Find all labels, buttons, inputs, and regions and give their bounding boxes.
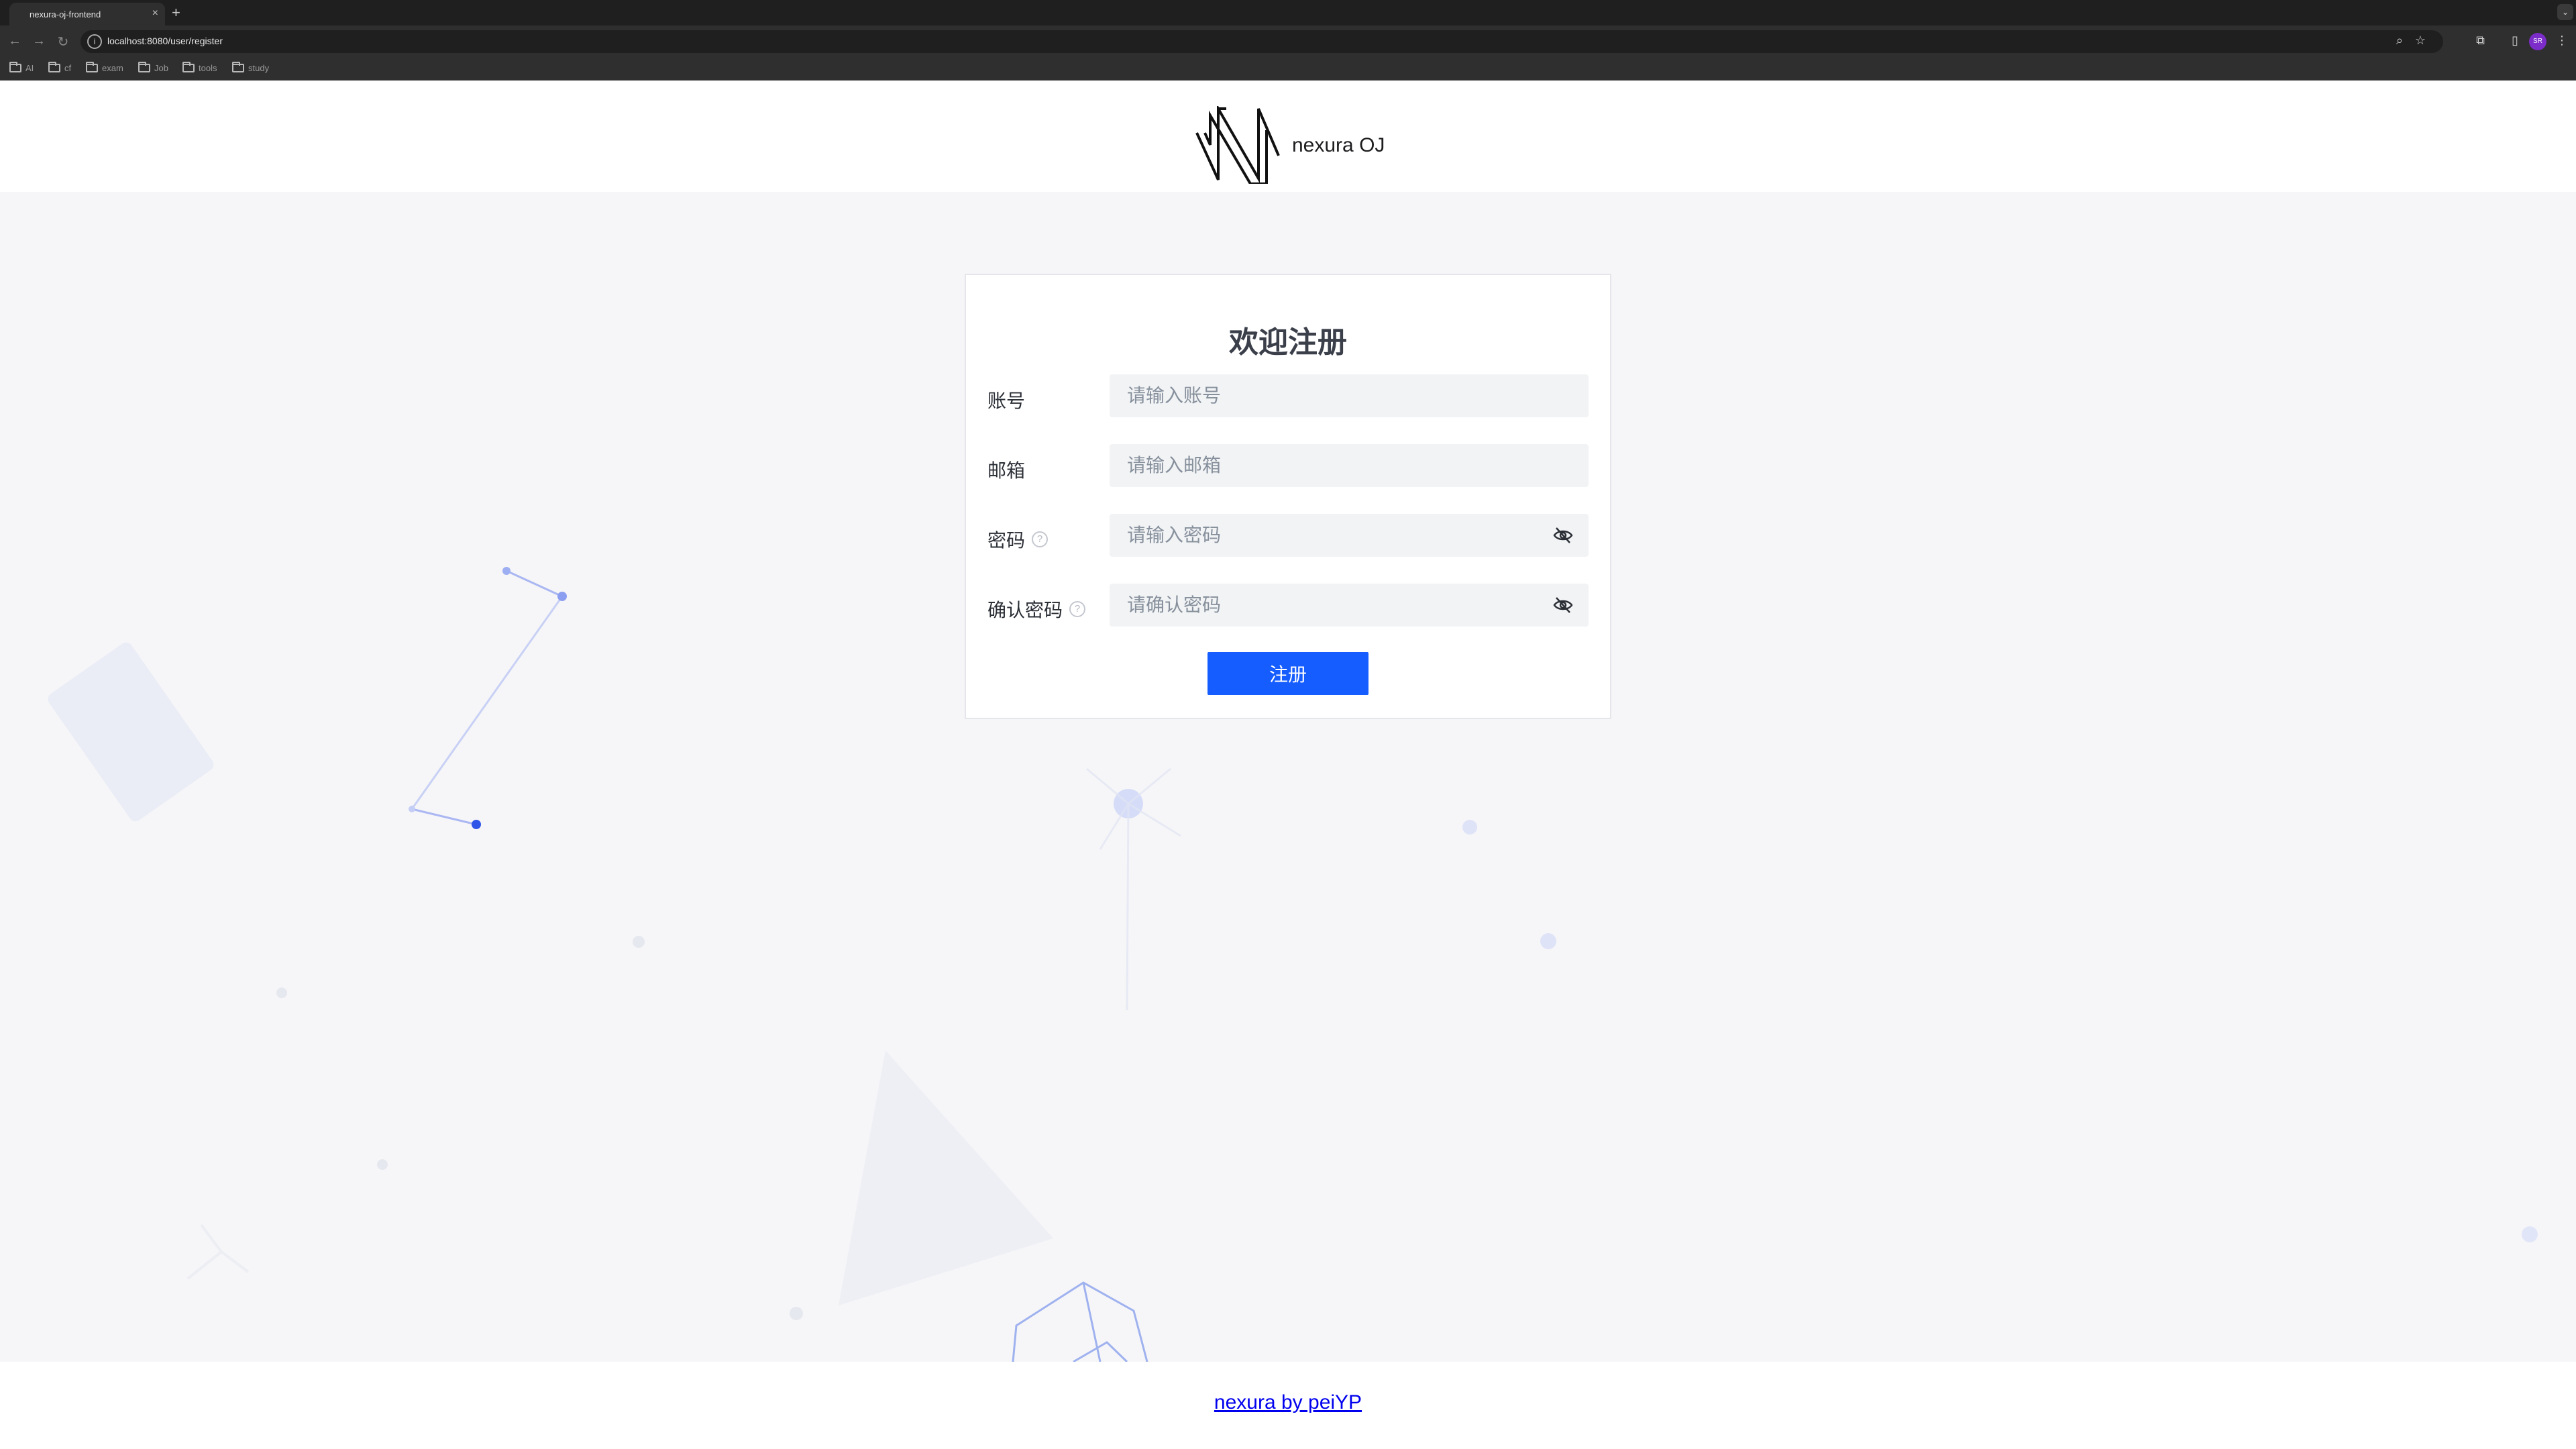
folder-icon	[138, 62, 150, 72]
zoom-icon[interactable]: ⌕	[2396, 34, 2403, 48]
folder-icon	[232, 62, 244, 72]
browser-menu-icon[interactable]: ⋮	[2556, 34, 2568, 48]
site-footer: nexura by peiYP	[0, 1362, 2576, 1449]
folder-icon	[86, 62, 98, 72]
eye-hidden-icon[interactable]	[1552, 596, 1574, 614]
confirm-password-label-text: 确认密码	[987, 600, 1063, 621]
folder-icon	[182, 62, 195, 72]
reload-icon[interactable]: ↻	[55, 34, 71, 50]
email-label: 邮箱	[987, 456, 1025, 483]
site-info-icon[interactable]: i	[87, 34, 102, 49]
url-text[interactable]: localhost:8080/user/register	[107, 36, 223, 46]
register-button[interactable]: 注册	[1208, 652, 1368, 695]
forward-icon[interactable]: →	[31, 34, 47, 49]
web-page: nexura OJ 欢迎注册 账号 请输入账号 邮箱 请输入邮箱 密码 ? 确认…	[0, 80, 2576, 1449]
bookmark-label: Job	[154, 63, 168, 73]
footer-link[interactable]: nexura by peiYP	[1214, 1391, 1362, 1413]
register-card: 欢迎注册 账号 邮箱 密码 ?	[965, 274, 1611, 719]
email-input[interactable]	[1110, 444, 1589, 487]
tab-close-icon[interactable]: ×	[152, 7, 158, 19]
bookmark-folder-exam[interactable]: exam	[86, 62, 123, 73]
account-label-text: 账号	[987, 390, 1026, 411]
confirm-password-input[interactable]	[1110, 584, 1589, 627]
help-icon[interactable]: ?	[1069, 601, 1086, 617]
folder-icon	[9, 62, 21, 72]
bookmark-folder-job[interactable]: Job	[138, 62, 168, 73]
tab-title: nexura-oj-frontend	[30, 9, 101, 19]
bookmark-label: study	[248, 63, 270, 73]
help-icon[interactable]: ?	[1032, 531, 1049, 547]
back-icon[interactable]: ←	[7, 34, 23, 49]
form-row-email: 邮箱	[987, 444, 1589, 487]
folder-icon	[48, 62, 60, 72]
address-bar[interactable]: i localhost:8080/user/register ⌕ ☆	[80, 30, 2443, 53]
bookmark-folder-tools[interactable]: tools	[182, 62, 217, 73]
browser-tabbar: nexura-oj-frontend × + ⌄	[0, 0, 2576, 25]
side-panel-icon[interactable]: ▯	[2512, 34, 2518, 48]
bookmark-folder-ai[interactable]: AI	[9, 62, 34, 73]
form-row-confirm-password: 确认密码 ?	[987, 584, 1589, 627]
account-label: 账号	[987, 386, 1025, 413]
nexura-logo-icon	[1195, 106, 1280, 184]
password-label-text: 密码	[987, 530, 1026, 551]
email-label-text: 邮箱	[987, 460, 1026, 481]
bookmark-label: exam	[102, 63, 123, 73]
register-title: 欢迎注册	[1229, 326, 1347, 359]
extensions-icon[interactable]: ⧉	[2476, 34, 2485, 48]
form-row-account: 账号	[987, 374, 1589, 417]
bookmarks-bar: AI cf exam Job tools study	[0, 58, 2576, 80]
form-row-password: 密码 ?	[987, 514, 1589, 557]
site-header: nexura OJ	[0, 80, 2576, 192]
browser-toolbar: ← → ↻ i localhost:8080/user/register ⌕ ☆…	[0, 25, 2576, 58]
browser-tab[interactable]: nexura-oj-frontend ×	[9, 3, 165, 25]
new-tab-button[interactable]: +	[172, 4, 180, 21]
bookmark-folder-study[interactable]: study	[232, 62, 270, 73]
main-content: 欢迎注册 账号 邮箱 密码 ?	[0, 192, 2576, 1362]
eye-hidden-icon[interactable]	[1552, 526, 1574, 545]
password-label: 密码 ?	[987, 526, 1049, 553]
tab-search-icon[interactable]: ⌄	[2557, 4, 2573, 20]
bookmark-label: cf	[64, 63, 72, 73]
app-name: nexura OJ	[1292, 134, 1385, 156]
bookmark-label: tools	[199, 63, 217, 73]
account-input[interactable]	[1110, 374, 1589, 417]
confirm-password-label: 确认密码 ?	[987, 596, 1086, 623]
bookmark-label: AI	[25, 63, 34, 73]
password-input[interactable]	[1110, 514, 1589, 557]
bookmark-folder-cf[interactable]: cf	[48, 62, 72, 73]
profile-avatar[interactable]: SR	[2529, 33, 2546, 50]
bookmark-star-icon[interactable]: ☆	[2415, 34, 2426, 48]
footer-link-wrapper: nexura by peiYP	[0, 1391, 2576, 1414]
